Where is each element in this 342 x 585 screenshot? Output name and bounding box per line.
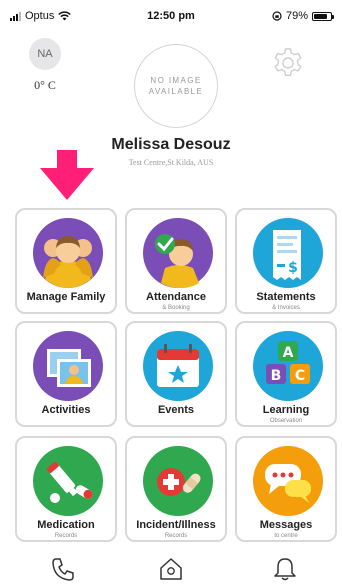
- tile-label: Attendance: [146, 291, 206, 303]
- svg-text:$: $: [288, 260, 298, 276]
- weather-badge: NA: [29, 38, 61, 70]
- arrow-down-icon: [40, 150, 94, 200]
- status-right: 79%: [272, 10, 334, 22]
- tile-label: Statements: [256, 291, 316, 303]
- photos-icon: [33, 331, 103, 401]
- tile-attendance[interactable]: Attendance & Booking: [125, 208, 227, 314]
- battery-fill: [314, 13, 327, 19]
- svg-text:B: B: [271, 368, 282, 384]
- svg-text:A: A: [283, 345, 294, 361]
- medication-icon: [33, 446, 103, 516]
- tile-label: Activities: [41, 404, 91, 416]
- chat-icon: [253, 446, 323, 516]
- tile-sublabel: to centre: [274, 533, 298, 539]
- tile-label: Medication: [37, 519, 95, 531]
- tile-learning[interactable]: A B C Learning Observation: [235, 321, 337, 427]
- tile-activities[interactable]: Activities: [15, 321, 117, 427]
- tile-sublabel: & Booking: [162, 305, 190, 311]
- calendar-icon: [143, 331, 213, 401]
- temperature: 0° C: [34, 78, 56, 92]
- profile-photo[interactable]: NO IMAGE AVAILABLE: [134, 44, 218, 128]
- attendance-icon: [143, 218, 213, 288]
- tile-sublabel: Records: [164, 533, 188, 539]
- tile-label: Events: [157, 404, 195, 416]
- phone-icon[interactable]: [50, 556, 76, 582]
- statements-icon: $: [253, 218, 323, 288]
- tab-bar: [0, 556, 342, 585]
- tile-sublabel: & Invoices: [272, 305, 300, 311]
- home-icon[interactable]: [158, 556, 184, 582]
- abc-blocks-icon: A B C: [253, 331, 323, 401]
- battery-icon: [312, 11, 334, 21]
- tile-label: Learning: [262, 404, 310, 416]
- tile-statements[interactable]: $ Statements & Invoices: [235, 208, 337, 314]
- tile-sublabel: Records: [54, 533, 78, 539]
- weather-condition: NA: [37, 48, 53, 60]
- photo-placeholder-line1: NO IMAGE: [150, 76, 202, 85]
- tile-label: Messages: [259, 519, 313, 531]
- tile-events[interactable]: Events: [125, 321, 227, 427]
- orientation-lock-icon: [272, 11, 282, 21]
- tile-messages[interactable]: Messages to centre: [235, 436, 337, 542]
- photo-placeholder-line2: AVAILABLE: [148, 87, 204, 96]
- first-aid-icon: [143, 446, 213, 516]
- tile-manage-family[interactable]: Manage Family: [15, 208, 117, 314]
- family-icon: [33, 218, 103, 288]
- gear-icon[interactable]: [271, 46, 305, 80]
- status-bar: Optus 12:50 pm 79%: [0, 0, 342, 30]
- tile-label: Manage Family: [26, 291, 106, 303]
- tile-incident-illness[interactable]: Incident/Illness Records: [125, 436, 227, 542]
- svg-text:C: C: [295, 368, 305, 384]
- tile-medication[interactable]: Medication Records: [15, 436, 117, 542]
- tile-label: Incident/Illness: [136, 519, 216, 531]
- tile-sublabel: Observation: [269, 418, 303, 424]
- battery-percent: 79%: [285, 10, 308, 22]
- bell-icon[interactable]: [272, 556, 298, 582]
